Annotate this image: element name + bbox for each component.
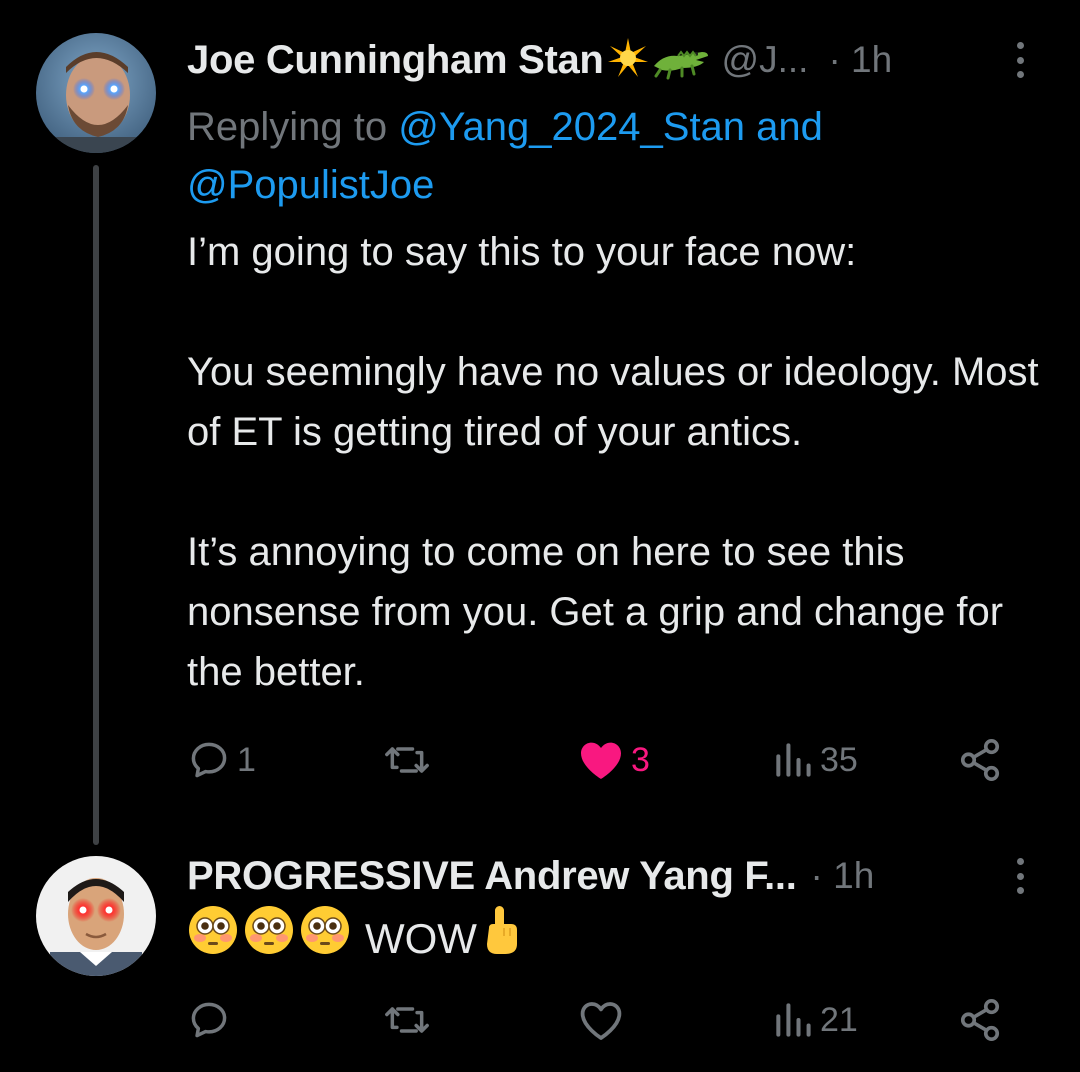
views-chart-icon: [776, 1003, 811, 1037]
display-name[interactable]: Joe Cunningham Stan: [187, 38, 604, 83]
tweet-text: WOW: [365, 914, 477, 962]
replying-to-line: Replying to @Yang_2024_Stan and @Populis…: [187, 98, 1047, 214]
tweet-reply-1[interactable]: Joe Cunningham Stan @J... · 1h Replying …: [0, 0, 1080, 820]
heart-outline-icon: [580, 1002, 622, 1040]
reply-button[interactable]: [187, 990, 237, 1050]
like-button[interactable]: 3: [577, 730, 650, 790]
more-options-icon[interactable]: [1010, 36, 1030, 84]
tweet-reply-2[interactable]: PROGRESSIVE Andrew Yang F... · 1h WOW 21: [0, 840, 1080, 1072]
flushed-face-emoji: [299, 904, 351, 973]
tweet-body: WOW: [187, 904, 1057, 973]
tweet-paragraph: You seemingly have no values or ideology…: [187, 350, 1039, 454]
tweet-body: I’m going to say this to your face now: …: [187, 222, 1057, 702]
reply-button[interactable]: 1: [187, 730, 256, 790]
flushed-face-emoji: [243, 904, 295, 973]
retweet-icon: [385, 1007, 429, 1033]
views-button[interactable]: 21: [772, 990, 858, 1050]
like-button[interactable]: [577, 990, 631, 1050]
avatar[interactable]: [36, 856, 156, 976]
tweet-header: Joe Cunningham Stan @J... · 1h: [187, 30, 1040, 90]
share-button[interactable]: [957, 730, 1003, 790]
retweet-icon: [385, 747, 429, 773]
tweet-header: PROGRESSIVE Andrew Yang F... · 1h: [187, 846, 1040, 906]
share-icon: [960, 739, 1000, 781]
heart-filled-icon: [581, 742, 621, 779]
retweet-button[interactable]: [382, 990, 438, 1050]
reply-count: 1: [237, 740, 256, 779]
crocodile-emoji: [652, 36, 710, 85]
mention-link-populistjoe[interactable]: @PopulistJoe: [187, 163, 434, 207]
reply-icon: [191, 742, 227, 778]
timestamp[interactable]: · 1h: [828, 39, 892, 81]
avatar[interactable]: [36, 33, 156, 153]
tweet-actions: 21: [187, 990, 1017, 1050]
share-button[interactable]: [957, 990, 1003, 1050]
avatar-image: [36, 33, 156, 153]
avatar-image: [36, 856, 156, 976]
pointing-up-emoji: [481, 904, 521, 973]
mention-and: and: [745, 105, 823, 149]
views-count: 35: [820, 740, 858, 779]
share-icon: [960, 999, 1000, 1041]
reply-icon: [191, 1002, 227, 1038]
like-count: 3: [631, 740, 650, 779]
mention-link-yang[interactable]: @Yang_2024_Stan: [398, 105, 745, 149]
replying-to-label: Replying to: [187, 105, 399, 149]
tweet-paragraph: I’m going to say this to your face now:: [187, 230, 857, 274]
timestamp[interactable]: · 1h: [811, 855, 875, 897]
flushed-face-emoji: [187, 904, 239, 973]
tweet-paragraph: It’s annoying to come on here to see thi…: [187, 530, 1004, 694]
tweet-actions: 1 3 35: [187, 730, 1017, 790]
display-name[interactable]: PROGRESSIVE Andrew Yang F...: [187, 854, 797, 899]
more-options-icon[interactable]: [1010, 852, 1030, 900]
user-handle[interactable]: @J...: [722, 39, 809, 81]
views-chart-icon: [776, 743, 811, 777]
views-button[interactable]: 35: [772, 730, 858, 790]
sparkle-emoji: [606, 36, 650, 85]
views-count: 21: [820, 1000, 858, 1039]
retweet-button[interactable]: [382, 730, 438, 790]
